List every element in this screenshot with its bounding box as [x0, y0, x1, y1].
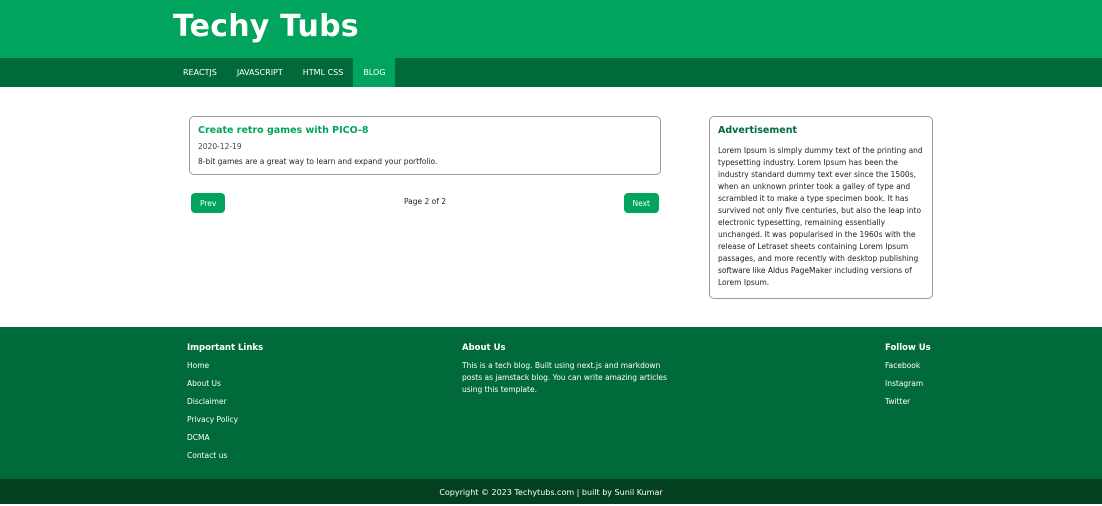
footer-link-facebook[interactable]: Facebook	[885, 361, 931, 379]
footer-link-dcma[interactable]: DCMA	[187, 433, 263, 451]
post-title-link[interactable]: Create retro games with PICO-8	[198, 125, 652, 136]
footer-link-instagram[interactable]: Instagram	[885, 379, 931, 397]
site-footer: Important Links Home About Us Disclaimer…	[0, 327, 1102, 479]
footer-about-text: This is a tech blog. Built using next.js…	[462, 361, 667, 394]
post-date: 2020-12-19	[198, 142, 242, 151]
footer-follow: Follow Us Facebook Instagram Twitter	[885, 343, 931, 415]
footer-about-heading: About Us	[462, 343, 506, 353]
main-nav: REACTJS JAVASCRIPT HTML CSS BLOG	[0, 58, 1102, 87]
footer-link-disclaimer[interactable]: Disclaimer	[187, 397, 263, 415]
nav-list: REACTJS JAVASCRIPT HTML CSS BLOG	[173, 58, 396, 87]
post-excerpt: 8-bit games are a great way to learn and…	[198, 157, 438, 166]
footer-link-privacy-policy[interactable]: Privacy Policy	[187, 415, 263, 433]
footer-link-contact-us[interactable]: Contact us	[187, 451, 263, 469]
pagination: Prev Page 2 of 2 Next	[189, 193, 661, 215]
footer-link-home[interactable]: Home	[187, 361, 263, 379]
page-indicator: Page 2 of 2	[403, 197, 447, 206]
nav-item-reactjs[interactable]: REACTJS	[173, 58, 227, 87]
footer-link-twitter[interactable]: Twitter	[885, 397, 931, 415]
next-button[interactable]: Next	[623, 193, 659, 213]
footer-links-heading: Important Links	[187, 343, 264, 353]
site-header: Techy Tubs	[0, 0, 1102, 58]
footer-about: About Us This is a tech blog. Built usin…	[462, 343, 677, 396]
nav-item-blog[interactable]: BLOG	[353, 58, 396, 87]
post-card: Create retro games with PICO-8 2020-12-1…	[189, 116, 661, 175]
main-content: Create retro games with PICO-8 2020-12-1…	[0, 87, 1102, 327]
copyright-bar: Copyright © 2023 Techytubs.com | built b…	[0, 479, 1102, 504]
footer-important-links: Important Links Home About Us Disclaimer…	[187, 343, 263, 469]
footer-link-about-us[interactable]: About Us	[187, 379, 263, 397]
advertisement-box: Advertisement Lorem Ipsum is simply dumm…	[709, 116, 933, 299]
nav-item-javascript[interactable]: JAVASCRIPT	[227, 58, 293, 87]
nav-item-html-css[interactable]: HTML CSS	[293, 58, 354, 87]
advertisement-title: Advertisement	[718, 125, 798, 136]
footer-follow-heading: Follow Us	[885, 343, 931, 353]
site-title[interactable]: Techy Tubs	[173, 9, 359, 44]
advertisement-text: Lorem Ipsum is simply dummy text of the …	[718, 146, 923, 287]
